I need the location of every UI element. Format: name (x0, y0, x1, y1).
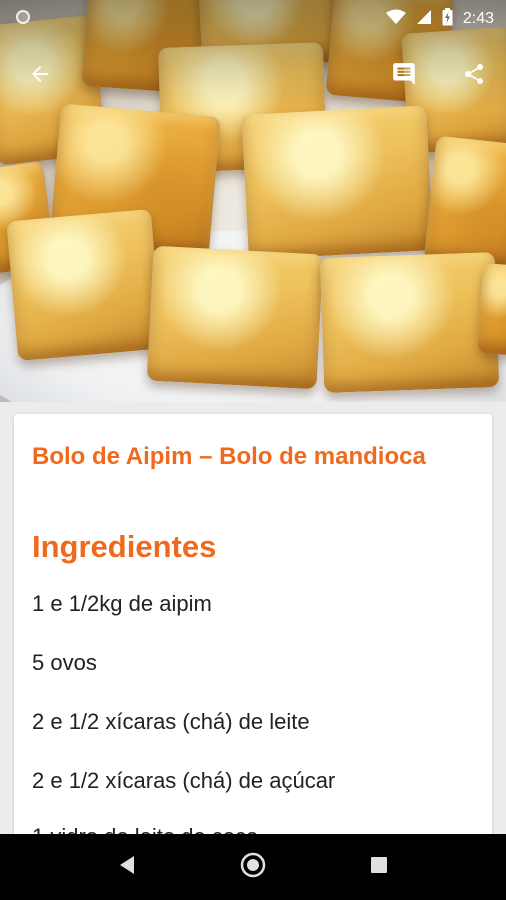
cake-piece (423, 135, 506, 270)
recipe-card: Bolo de Aipim – Bolo de mandioca Ingredi… (14, 414, 492, 844)
cake-piece (6, 208, 163, 362)
signal-icon (416, 9, 432, 29)
ingredient-item: 2 e 1/2 xícaras (chá) de açúcar (32, 768, 336, 793)
ingredient-item: 5 ovos (32, 650, 97, 675)
nav-home-button[interactable] (238, 852, 268, 882)
status-icons: 2:43 (385, 8, 494, 30)
ingredient-item: 1 e 1/2kg de aipim (32, 591, 212, 616)
arrow-back-icon (28, 62, 52, 91)
cake-piece (241, 105, 434, 260)
circle-home-icon (239, 851, 267, 884)
recipe-title: Bolo de Aipim – Bolo de mandioca (32, 443, 426, 470)
navigation-bar (0, 834, 506, 900)
app-bar (0, 48, 506, 104)
wifi-icon (385, 9, 406, 29)
triangle-back-icon (118, 855, 136, 880)
cake-piece (319, 251, 500, 394)
ingredients-heading: Ingredientes (32, 529, 217, 564)
nav-back-button[interactable] (112, 852, 142, 882)
notification-icon (16, 10, 30, 24)
share-button[interactable] (456, 58, 492, 94)
comment-icon (391, 61, 417, 92)
share-icon (462, 62, 486, 91)
square-recents-icon (370, 856, 388, 879)
back-button[interactable] (22, 58, 58, 94)
cake-piece (146, 245, 324, 390)
status-bar: 2:43 (0, 0, 506, 36)
battery-icon (442, 8, 453, 30)
nav-recents-button[interactable] (364, 852, 394, 882)
status-time: 2:43 (462, 10, 494, 27)
cake-piece (476, 263, 506, 357)
ingredient-item: 2 e 1/2 xícaras (chá) de leite (32, 709, 310, 734)
comments-button[interactable] (386, 58, 422, 94)
